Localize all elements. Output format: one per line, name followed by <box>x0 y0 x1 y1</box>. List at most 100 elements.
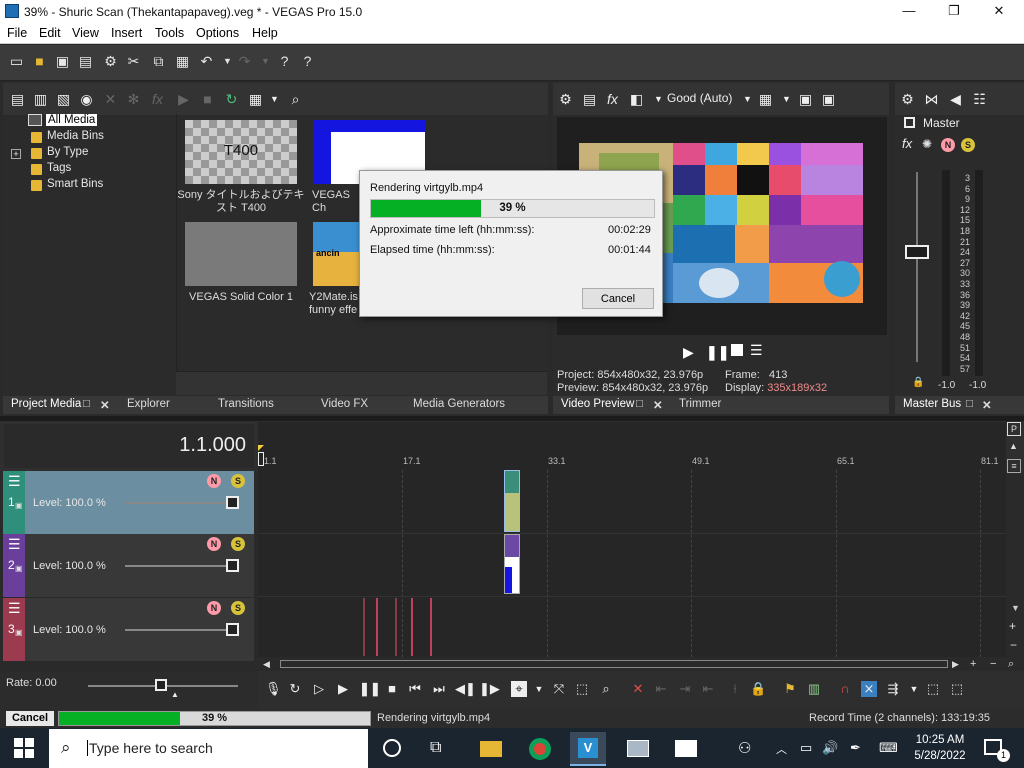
media-thumbnail-solid-color[interactable] <box>185 222 297 286</box>
rate-slider-knob[interactable] <box>155 679 167 691</box>
zoom-region-icon[interactable]: ⌕ <box>598 681 614 697</box>
clip-sliver[interactable] <box>411 598 413 656</box>
tab-close-icon[interactable]: ✕ <box>653 398 663 412</box>
undo-icon[interactable]: ↶ <box>198 53 215 70</box>
insert-region-icon[interactable]: ▥ <box>806 681 822 697</box>
track-level-slider[interactable] <box>125 502 235 504</box>
split-dropdown-icon[interactable]: ▼ <box>650 91 667 108</box>
auto-preview-icon[interactable]: ↻ <box>223 91 240 108</box>
track-level-knob[interactable] <box>226 559 239 572</box>
timecode-display[interactable]: 1.1.000 <box>150 434 246 457</box>
tab-video-fx[interactable]: Video FX <box>321 398 368 410</box>
copy-snapshot-icon[interactable]: ▣ <box>797 91 814 108</box>
mute-icon[interactable]: N <box>207 601 221 615</box>
menu-file[interactable]: File <box>7 26 27 40</box>
video-clip[interactable] <box>504 470 520 532</box>
track-level-slider[interactable] <box>125 565 235 567</box>
ignore-grouping-icon[interactable]: ⬚ <box>949 681 965 697</box>
menu-edit[interactable]: Edit <box>39 26 61 40</box>
mixer-icon[interactable]: ☷ <box>971 91 988 108</box>
split-icon[interactable]: ⟊ <box>727 681 743 697</box>
help-icon[interactable]: ? <box>299 53 316 70</box>
save-icon[interactable]: ▣ <box>54 53 71 70</box>
paste-icon[interactable]: ▦ <box>174 53 191 70</box>
stop-media-icon[interactable]: ■ <box>199 91 216 108</box>
preview-pause-icon[interactable]: ❚❚ <box>706 344 729 361</box>
clip-sliver[interactable] <box>376 598 378 656</box>
tree-all-media[interactable]: All Media <box>46 114 98 126</box>
keyboard-icon[interactable]: ⌨ <box>879 740 898 756</box>
next-frame-icon[interactable]: ❚▶ <box>479 681 500 697</box>
delete-icon[interactable]: ✕ <box>630 681 646 697</box>
tab-explorer[interactable]: Explorer <box>127 398 170 410</box>
vegas-pro-app-icon[interactable]: V <box>570 732 606 766</box>
capture-video-icon[interactable]: ▥ <box>32 91 49 108</box>
close-button[interactable]: ✕ <box>976 0 1022 24</box>
solo-icon[interactable]: S <box>231 601 245 615</box>
media-thumbnail-t400[interactable]: T400 <box>185 120 297 184</box>
previous-frame-icon[interactable]: ◀❚ <box>455 681 476 697</box>
fx-icon[interactable]: fx <box>149 91 166 108</box>
task-view-icon[interactable]: ⧉ <box>430 739 441 757</box>
preview-quality-select[interactable]: Good (Auto) <box>667 91 732 105</box>
tab-trimmer[interactable]: Trimmer <box>679 398 721 410</box>
auto-ripple-icon[interactable]: ⇶ <box>885 681 901 697</box>
go-to-start-icon[interactable]: ⏮ <box>407 681 423 697</box>
video-clip[interactable] <box>504 534 520 594</box>
track-level-knob[interactable] <box>226 496 239 509</box>
track-expand-icon[interactable]: ▣ <box>15 501 23 510</box>
tree-smart-bins[interactable]: Smart Bins <box>47 178 103 190</box>
save-as-icon[interactable]: ▤ <box>77 53 94 70</box>
overlays-grid-icon[interactable]: ▦ <box>757 91 774 108</box>
status-cancel-button[interactable]: Cancel <box>6 711 54 726</box>
solo-icon[interactable]: S <box>961 138 975 152</box>
show-hidden-icons-icon[interactable]: ︿ <box>776 741 787 757</box>
zoom-out-horizontal-icon[interactable]: − <box>990 658 996 670</box>
views-dropdown-icon[interactable]: ▼ <box>266 91 283 108</box>
photos-app-icon[interactable] <box>620 732 656 766</box>
whats-this-help-icon[interactable]: ? <box>276 53 293 70</box>
zoom-out-vertical-icon[interactable]: − <box>1010 638 1017 652</box>
movie-maker-app-icon[interactable] <box>668 732 704 766</box>
track-expand-icon[interactable]: ▣ <box>15 628 23 637</box>
enable-snapping-icon[interactable]: ∩ <box>837 681 853 697</box>
track-menu-icon[interactable]: ☰ <box>8 600 21 617</box>
video-fx-icon[interactable]: fx <box>604 91 621 108</box>
chrome-app-icon[interactable] <box>522 732 558 766</box>
track-menu-icon[interactable]: ☰ <box>8 473 21 490</box>
trim-start-icon[interactable]: ⇥ <box>677 681 693 697</box>
taskbar-search-box[interactable]: ⌕ Type here to search <box>49 729 368 768</box>
redo-icon[interactable]: ↷ <box>236 53 253 70</box>
menu-options[interactable]: Options <box>196 26 239 40</box>
maximize-button[interactable]: ❐ <box>931 0 977 24</box>
expand-by-type-icon[interactable]: + <box>11 149 21 159</box>
zoom-tool-icon[interactable]: ⌕ <box>1008 658 1014 671</box>
track-level-slider[interactable] <box>125 629 235 631</box>
clip-sliver[interactable] <box>430 598 432 656</box>
master-fx-icon[interactable]: fx <box>902 136 912 151</box>
horizontal-scrollbar[interactable]: ◀ ▶ <box>258 657 1024 671</box>
undo-dropdown-icon[interactable]: ▼ <box>219 53 236 70</box>
tree-tags[interactable]: Tags <box>47 162 71 174</box>
tab-undock-icon[interactable]: □ <box>83 398 90 410</box>
loop-playback-icon[interactable]: ↻ <box>287 681 303 697</box>
tab-undock-icon[interactable]: □ <box>636 398 643 410</box>
volume-icon[interactable]: 🔊 <box>822 740 838 756</box>
solo-icon[interactable]: S <box>231 537 245 551</box>
clip-sliver[interactable] <box>363 598 365 656</box>
insert-marker-icon[interactable]: ⚑ <box>782 681 798 697</box>
master-settings-gear-icon[interactable]: ⚙ <box>899 91 916 108</box>
tab-video-preview[interactable]: Video Preview <box>561 398 634 410</box>
views-icon[interactable]: ▦ <box>247 91 264 108</box>
preview-stop-icon[interactable] <box>731 344 743 356</box>
network-icon[interactable]: ▭ <box>800 740 812 756</box>
web-media-icon[interactable]: ◉ <box>78 91 95 108</box>
overlays-dropdown-icon[interactable]: ▼ <box>778 91 795 108</box>
solo-icon[interactable]: S <box>231 474 245 488</box>
zoom-in-vertical-icon[interactable]: + <box>1009 619 1016 633</box>
mute-icon[interactable]: N <box>207 474 221 488</box>
master-automation-icon[interactable]: ✺ <box>922 137 932 151</box>
zoom-in-horizontal-icon[interactable]: + <box>970 658 976 670</box>
timeline-ruler[interactable] <box>258 422 1006 470</box>
timeline-flag-icon[interactable]: P <box>1007 422 1021 436</box>
